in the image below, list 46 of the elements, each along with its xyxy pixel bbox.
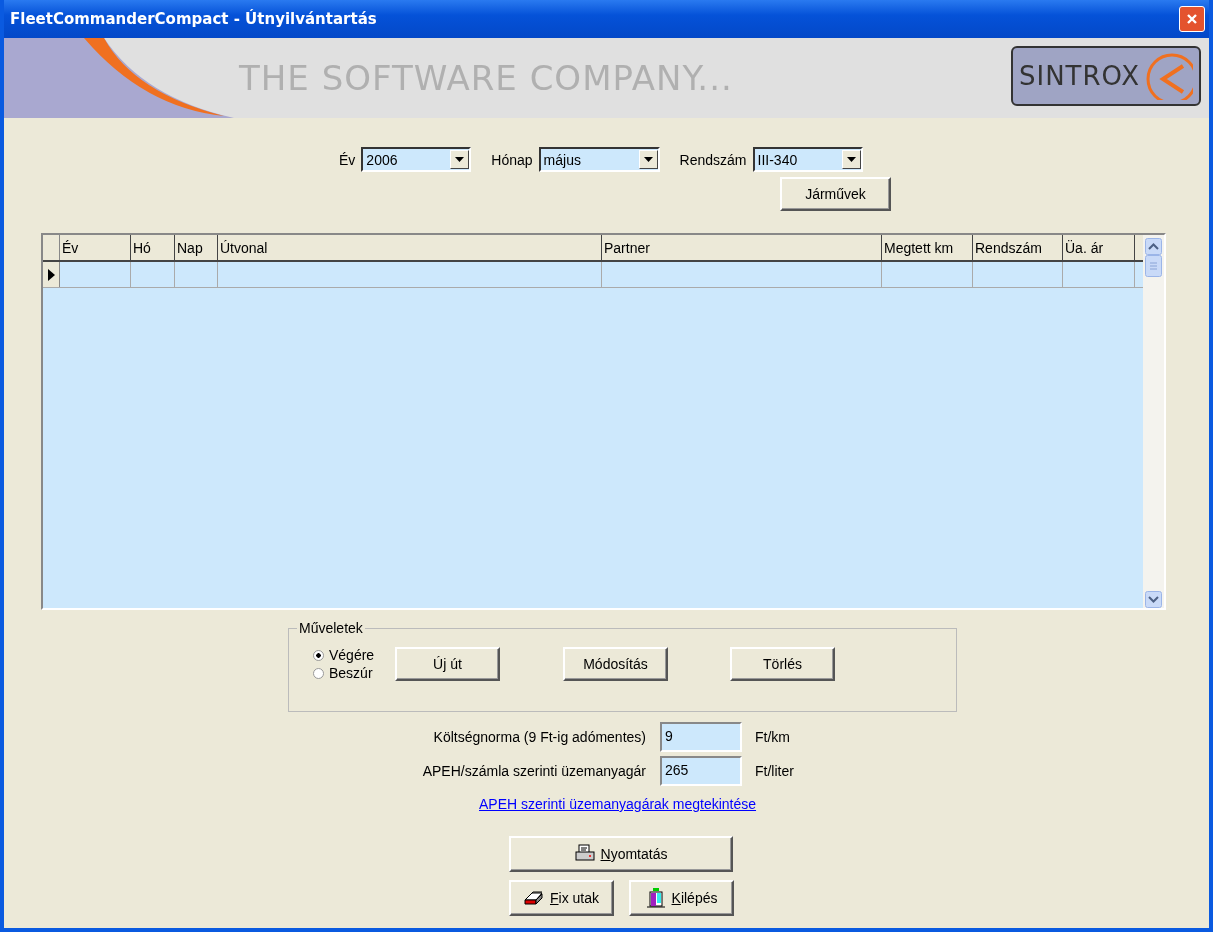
dropdown-arrow-icon xyxy=(643,157,653,162)
operation-button[interactable]: Módosítás xyxy=(563,647,668,681)
column-header[interactable]: Megtett km xyxy=(882,235,973,260)
column-header[interactable]: Hó xyxy=(131,235,175,260)
door-icon xyxy=(645,888,666,908)
dropdown[interactable]: 2006 xyxy=(361,147,472,172)
column-header[interactable]: Rendszám xyxy=(973,235,1063,260)
operation-button[interactable]: Törlés xyxy=(730,647,835,681)
window-title: FleetCommanderCompact - Útnyilvántartás xyxy=(10,10,377,28)
column-header[interactable]: Partner xyxy=(602,235,882,260)
link[interactable]: APEH szerinti üzemanyagárak megtekintése xyxy=(479,796,757,812)
scroll-up-icon xyxy=(1145,238,1162,255)
input-field[interactable]: 265 xyxy=(660,756,742,786)
logo-text: SINTROX xyxy=(1019,61,1141,91)
dropdown-arrow-icon xyxy=(846,157,856,162)
dropdown-arrow-icon xyxy=(455,157,465,162)
scroll-thumb-icon xyxy=(1145,255,1162,277)
filter-label: Év xyxy=(339,151,356,168)
unit-label: Ft/km xyxy=(755,729,790,745)
radio-option[interactable]: Beszúr xyxy=(313,665,395,681)
dropdown[interactable]: III-340 xyxy=(752,147,863,172)
field-label: Költségnorma (9 Ft-ig adómentes) xyxy=(432,729,647,745)
exit-button[interactable]: Kilépés xyxy=(629,880,734,916)
column-header[interactable]: Év xyxy=(60,235,131,260)
current-row-icon xyxy=(47,268,55,281)
column-header[interactable]: Útvonal xyxy=(218,235,602,260)
group-title: Műveletek xyxy=(297,620,365,636)
scroll-down-icon xyxy=(1145,591,1162,608)
fixed-routes-button[interactable]: Fix utak xyxy=(509,880,614,916)
operation-button[interactable]: Új út xyxy=(395,647,500,681)
column-header[interactable]: Nap xyxy=(175,235,218,260)
column-header[interactable]: Üa. ár xyxy=(1063,235,1135,260)
printer-icon xyxy=(574,844,595,864)
vehicles-button[interactable]: Járművek xyxy=(780,177,891,211)
unit-label: Ft/liter xyxy=(755,763,794,779)
filter-label: Hónap xyxy=(491,151,533,168)
card-stack-icon xyxy=(524,888,544,908)
input-field[interactable]: 9 xyxy=(660,722,742,752)
filter-label: Rendszám xyxy=(679,151,747,168)
print-button[interactable]: Nyomtatás xyxy=(509,836,733,872)
field-label: APEH/számla szerinti üzemanyagár xyxy=(421,763,647,779)
scrollbar[interactable] xyxy=(1143,235,1164,608)
dropdown[interactable]: május xyxy=(538,147,660,172)
close-icon xyxy=(1186,13,1198,25)
radio-option[interactable]: Végére xyxy=(313,647,395,663)
close-button[interactable] xyxy=(1179,6,1205,32)
